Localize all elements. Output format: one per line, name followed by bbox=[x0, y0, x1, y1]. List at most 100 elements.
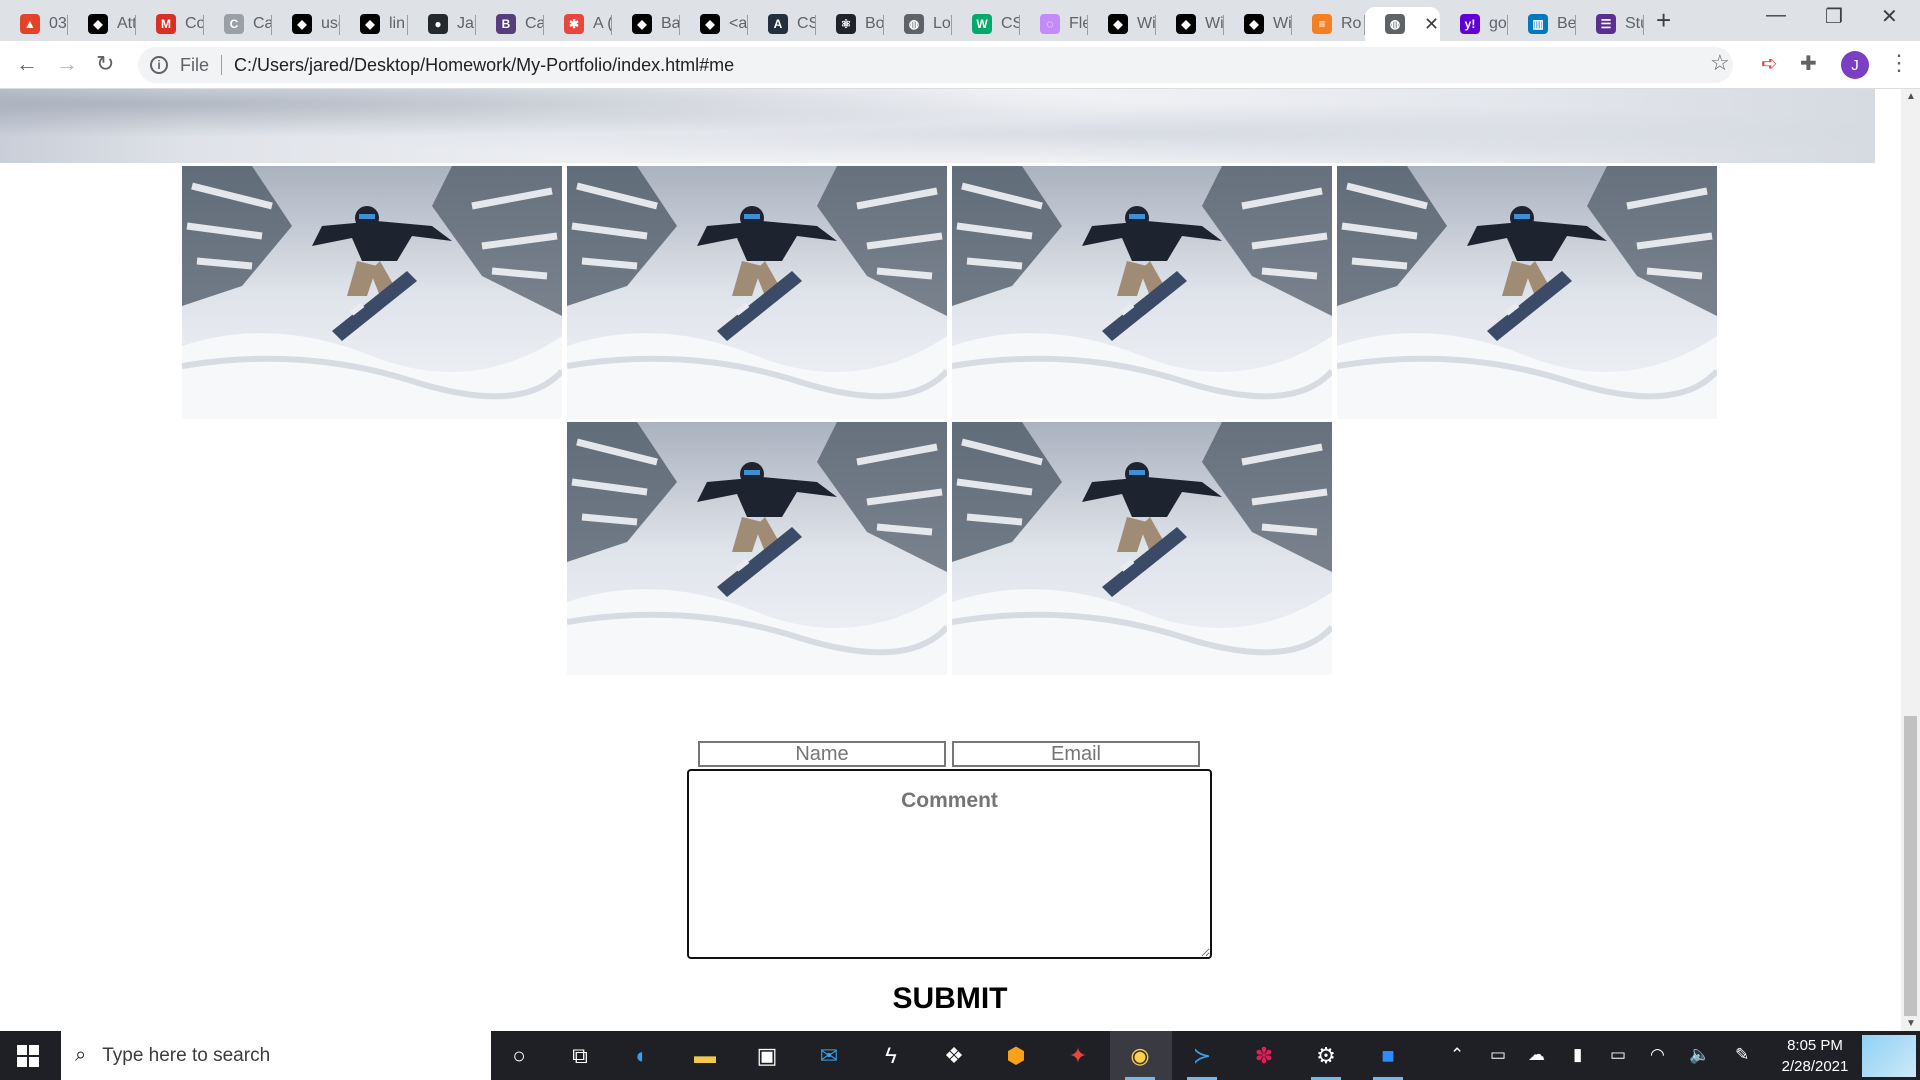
task-view-icon[interactable]: ⧉ bbox=[563, 1039, 597, 1073]
browser-tab[interactable]: ☰ Stu bbox=[1576, 7, 1644, 41]
cortana-icon[interactable]: ○ bbox=[502, 1039, 536, 1073]
tab-label: 03 bbox=[49, 15, 67, 32]
tab-label: A ( bbox=[593, 15, 612, 32]
browser-tab[interactable]: ◆ use bbox=[272, 7, 340, 41]
tab-label: Wi bbox=[1273, 15, 1292, 32]
browser-tab[interactable]: C Ca bbox=[204, 7, 272, 41]
microphone-icon[interactable]: ▮ bbox=[1573, 1045, 1582, 1065]
browser-tab[interactable]: W CS bbox=[952, 7, 1020, 41]
name-input[interactable] bbox=[698, 741, 946, 767]
profile-avatar[interactable]: J bbox=[1841, 51, 1869, 79]
vscode-icon[interactable]: ≻ bbox=[1185, 1039, 1219, 1080]
file-explorer-icon[interactable]: ▬ bbox=[688, 1039, 722, 1073]
minimize-button[interactable]: — bbox=[1766, 4, 1786, 27]
trello-icon: ▥ bbox=[1528, 14, 1548, 34]
browser-tab[interactable]: ▲ 03 bbox=[0, 7, 68, 41]
browser-tab[interactable]: ◆ <a bbox=[680, 7, 748, 41]
extensions-puzzle-icon[interactable]: ✚ bbox=[1800, 51, 1817, 76]
chrome-icon[interactable]: ◉ bbox=[1123, 1039, 1157, 1080]
browser-tab[interactable]: ◆ Ba bbox=[612, 7, 680, 41]
tab-label: Be bbox=[1557, 15, 1576, 32]
wifi-icon[interactable]: ◠ bbox=[1650, 1045, 1665, 1065]
snowboarder-photo bbox=[952, 166, 1332, 419]
dropbox-icon[interactable]: ❖ bbox=[937, 1039, 971, 1073]
browser-tab[interactable]: M Co bbox=[136, 7, 204, 41]
tab-label: Att bbox=[117, 15, 136, 32]
onedrive-icon[interactable]: ☁ bbox=[1528, 1045, 1545, 1065]
git-kraken-icon[interactable]: ✦ bbox=[1061, 1039, 1095, 1073]
tab-label: Ca bbox=[525, 15, 544, 32]
mail-icon[interactable]: ✉ bbox=[812, 1039, 846, 1073]
reload-icon[interactable]: ↻ bbox=[96, 51, 114, 77]
scroll-up-arrow-icon[interactable]: ▲ bbox=[1906, 91, 1916, 102]
forward-arrow-icon[interactable]: → bbox=[56, 51, 78, 77]
browser-tab[interactable]: ◆ Wi bbox=[1156, 7, 1224, 41]
browser-tab[interactable]: ◍ Lo bbox=[884, 7, 952, 41]
browser-tab[interactable]: ✱ A ( bbox=[544, 7, 612, 41]
browser-tab[interactable]: ◌ Fle bbox=[1020, 7, 1088, 41]
close-window-button[interactable]: ✕ bbox=[1881, 4, 1898, 29]
taskbar-clock[interactable]: 8:05 PM 2/28/2021 bbox=[1770, 1035, 1860, 1077]
zoom-icon[interactable]: ■ bbox=[1371, 1039, 1405, 1080]
restore-button[interactable]: ❐ bbox=[1825, 4, 1843, 29]
scrollbar-thumb[interactable] bbox=[1904, 716, 1917, 1016]
comment-textarea[interactable] bbox=[687, 769, 1212, 959]
terminal-icon[interactable]: ϟ bbox=[874, 1039, 908, 1073]
browser-tab[interactable]: ◆ lin bbox=[340, 7, 408, 41]
search-icon: ⌕ bbox=[75, 1044, 87, 1066]
tab-label: go bbox=[1489, 15, 1507, 32]
browser-tab[interactable]: ▥ Be bbox=[1508, 7, 1576, 41]
address-url[interactable]: C:/Users/jared/Desktop/Homework/My-Portf… bbox=[234, 55, 734, 76]
bookmark-star-icon[interactable]: ☆ bbox=[1710, 50, 1730, 76]
aws-icon: A bbox=[768, 14, 788, 34]
browser-tab[interactable]: ◆ Att bbox=[68, 7, 136, 41]
address-scheme: File bbox=[180, 54, 210, 75]
asterisk-icon: ✱ bbox=[564, 14, 584, 34]
tab-label: Jar bbox=[457, 15, 476, 32]
browser-tab[interactable]: ≡ Ro bbox=[1292, 7, 1365, 41]
volume-icon[interactable]: 🔈 bbox=[1689, 1045, 1710, 1065]
menu-kebab-icon[interactable]: ⋮ bbox=[1888, 50, 1910, 76]
browser-tab[interactable]: A CS bbox=[748, 7, 816, 41]
github-alt-icon: ◆ bbox=[1176, 14, 1196, 34]
windows-start-icon[interactable] bbox=[17, 1045, 39, 1067]
browser-tab[interactable]: B Ca bbox=[476, 7, 544, 41]
tab-separator bbox=[1643, 15, 1644, 35]
taskbar-search[interactable]: ⌕ Type here to search bbox=[61, 1031, 491, 1080]
page-scrollbar[interactable]: ▲ ▼ bbox=[1901, 89, 1920, 1031]
pen-icon[interactable]: ✎ bbox=[1735, 1045, 1749, 1065]
github-alt-icon: ◆ bbox=[360, 14, 380, 34]
edge-icon[interactable]: ◐ bbox=[625, 1039, 659, 1073]
github-alt-icon: ◆ bbox=[632, 14, 652, 34]
slack-icon[interactable]: ✽ bbox=[1247, 1039, 1281, 1073]
close-tab-icon[interactable]: ✕ bbox=[1424, 14, 1439, 35]
github-alt-icon: ◆ bbox=[1108, 14, 1128, 34]
browser-tab[interactable]: ◆ Wi bbox=[1088, 7, 1156, 41]
battery-icon[interactable]: ▭ bbox=[1610, 1045, 1626, 1065]
store-icon[interactable]: ▣ bbox=[750, 1039, 784, 1073]
browser-tab[interactable]: ⚛ Bo bbox=[816, 7, 884, 41]
github-alt-icon: ◆ bbox=[88, 14, 108, 34]
browser-tab[interactable]: ● Jar bbox=[408, 7, 476, 41]
tab-label: CS bbox=[797, 15, 816, 32]
scroll-down-arrow-icon[interactable]: ▼ bbox=[1906, 1018, 1916, 1029]
address-bar[interactable]: i File C:/Users/jared/Desktop/Homework/M… bbox=[138, 47, 1733, 83]
tab-label: Wi bbox=[1205, 15, 1224, 32]
info-icon[interactable]: i bbox=[150, 56, 168, 74]
notification-center-icon[interactable] bbox=[1862, 1035, 1916, 1077]
email-input[interactable] bbox=[952, 741, 1200, 767]
show-hidden-icons-chevron-icon[interactable]: ⌃ bbox=[1450, 1045, 1464, 1065]
submit-button[interactable]: SUBMIT bbox=[0, 982, 1900, 1016]
settings-gear-icon[interactable]: ⚙ bbox=[1309, 1039, 1343, 1080]
browser-tab[interactable]: y! go bbox=[1440, 7, 1508, 41]
github-alt-icon: ◆ bbox=[292, 14, 312, 34]
extension-icon[interactable]: ➪ bbox=[1761, 51, 1778, 76]
browser-tab[interactable]: ◆ Wi bbox=[1224, 7, 1292, 41]
new-tab-button[interactable]: + bbox=[1656, 5, 1671, 36]
clock-date: 2/28/2021 bbox=[1781, 1058, 1849, 1075]
brave-icon[interactable]: ⬢ bbox=[999, 1039, 1033, 1073]
snowboarder-photo bbox=[567, 166, 947, 419]
browser-tab[interactable]: ◍ ✕ bbox=[1365, 7, 1440, 41]
meet-now-icon[interactable]: ▭ bbox=[1490, 1045, 1506, 1065]
back-arrow-icon[interactable]: ← bbox=[16, 51, 38, 77]
